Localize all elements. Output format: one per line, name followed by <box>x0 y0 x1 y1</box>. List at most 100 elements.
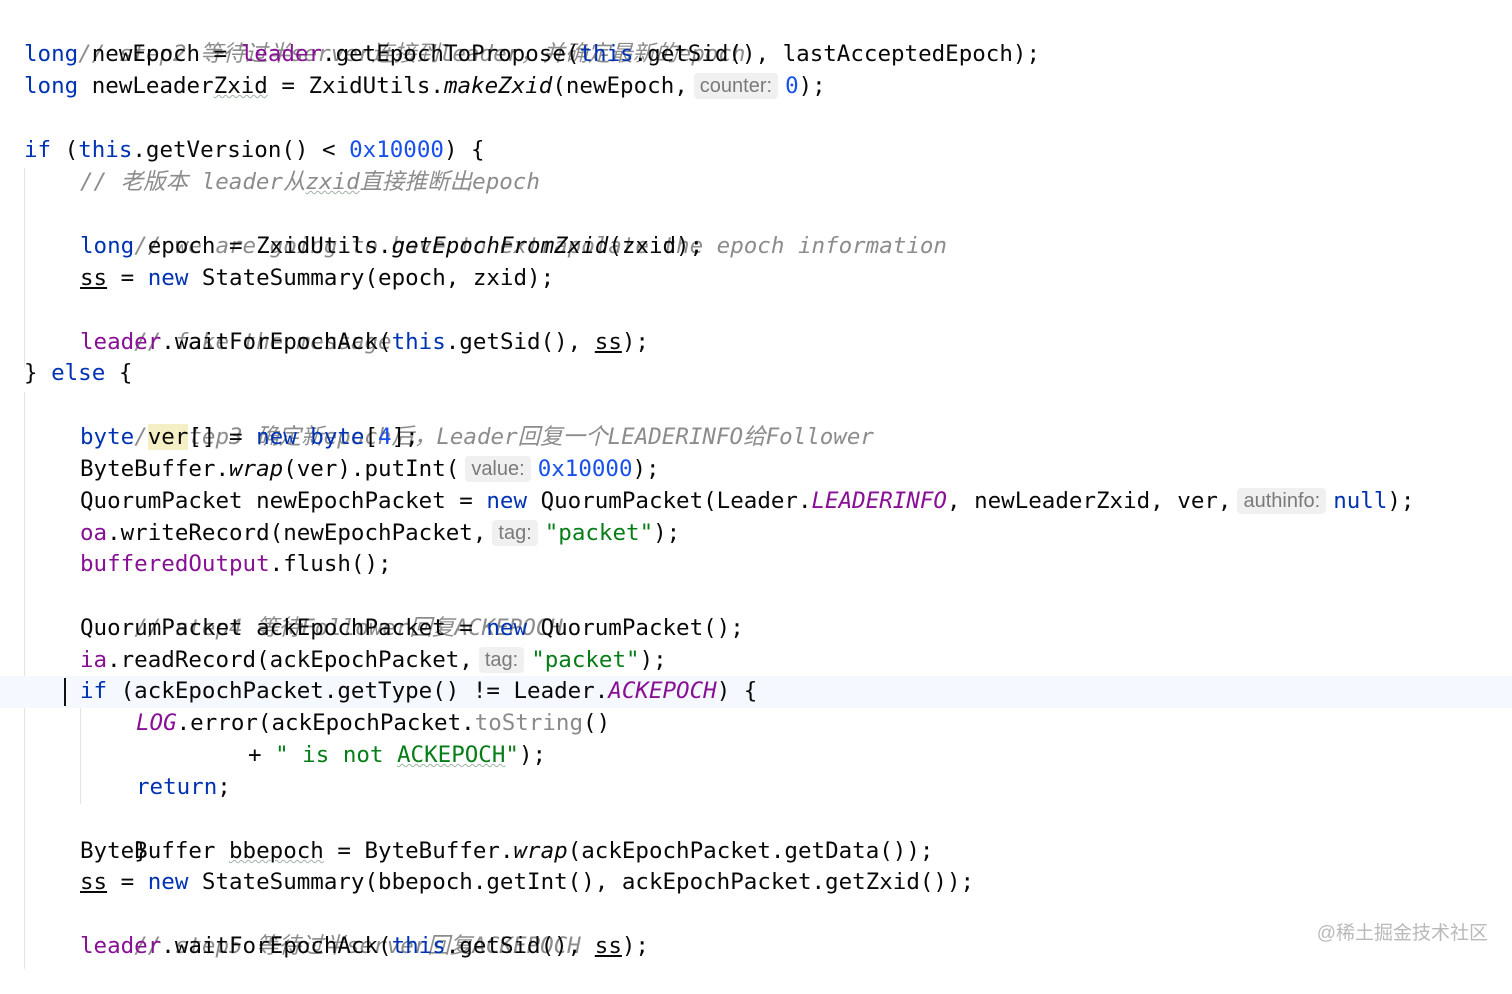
code-line[interactable]: } <box>0 804 1512 864</box>
code-text: { <box>105 360 133 386</box>
code-text: ( <box>51 137 79 163</box>
code-line[interactable]: leader.waitForEpochAck(this.getSid(), ss… <box>0 327 1512 359</box>
static-method: getEpochFromZxid <box>391 233 609 259</box>
code-text: ) { <box>443 137 485 163</box>
code-text: .flush(); <box>269 551 392 577</box>
keyword-this: this <box>391 933 446 959</box>
code-line[interactable]: bufferedOutput.flush(); <box>0 549 1512 581</box>
keyword-long: long <box>80 233 135 259</box>
code-text: QuorumPacket newEpochPacket = <box>80 488 487 514</box>
comment: // 老版本 leader从 <box>80 169 306 195</box>
keyword-if: if <box>80 678 108 704</box>
code-line[interactable]: } else { <box>0 358 1512 390</box>
code-text: } <box>24 360 52 386</box>
static-method: makeZxid <box>443 73 553 99</box>
code-text: = <box>107 869 148 895</box>
string-literal: "packet" <box>544 520 654 546</box>
code-text: = ByteBuffer. <box>323 838 514 864</box>
static-constant: LEADERINFO <box>811 488 947 514</box>
field-leader: leader <box>240 41 323 67</box>
code-line[interactable]: LOG.error(ackEpochPacket.toString() <box>0 708 1512 740</box>
code-text: StateSummary(epoch, zxid); <box>188 265 555 291</box>
code-line[interactable]: ia.readRecord(ackEpochPacket, tag: "packet… <box>0 645 1512 677</box>
code-line[interactable]: QuorumPacket ackEpochPacket = new Quorum… <box>0 613 1512 645</box>
code-text: .getSid(), lastAcceptedEpoch); <box>633 41 1040 67</box>
code-line[interactable]: QuorumPacket newEpochPacket = new Quorum… <box>0 486 1512 518</box>
code-line[interactable]: // step5 等待过半server回复ACKEPOCH <box>0 899 1512 959</box>
code-line[interactable]: return; <box>0 772 1512 804</box>
code-text: ByteBuffer <box>80 838 230 864</box>
code-line[interactable]: ss = new StateSummary(epoch, zxid); <box>0 263 1512 295</box>
current-code-line[interactable]: if (ackEpochPacket.getType() != Leader.A… <box>0 676 1512 708</box>
parameter-hint: value: <box>465 456 531 482</box>
field-leader: leader <box>80 329 162 355</box>
code-line[interactable]: // we are going to have to extrapolate t… <box>0 199 1512 259</box>
code-line[interactable]: ByteBuffer bbepoch = ByteBuffer.wrap(ack… <box>0 836 1512 868</box>
code-line[interactable]: + " is not ACKEPOCH"); <box>0 740 1512 772</box>
number-literal: 0 <box>785 73 799 99</box>
code-text: ; <box>217 774 231 800</box>
code-text: .getSid(), <box>445 329 595 355</box>
string-literal: " <box>505 742 519 768</box>
parameter-hint: tag: <box>492 520 538 546</box>
field-leader: leader <box>80 933 162 959</box>
code-line[interactable]: ss = new StateSummary(bbepoch.getInt(), … <box>0 867 1512 899</box>
variable-ss: ss <box>594 933 622 959</box>
keyword-new: new <box>256 424 297 450</box>
keyword-long: long <box>24 41 79 67</box>
static-constant: LOG <box>136 710 177 736</box>
comment: 直接推断出epoch <box>359 169 540 195</box>
code-line[interactable]: oa.writeRecord(newEpochPacket, tag: "packe… <box>0 518 1512 550</box>
code-line[interactable]: long epoch = ZxidUtils.getEpochFromZxid(… <box>0 231 1512 263</box>
redundant-call: toString <box>474 710 584 736</box>
keyword-new: new <box>147 265 189 291</box>
string-typo: ACKEPOCH <box>397 742 506 768</box>
parameter-hint: counter: <box>693 73 779 99</box>
code-text: + <box>248 742 276 768</box>
code-text: = ZxidUtils. <box>267 73 444 99</box>
code-text: ); <box>621 933 649 959</box>
code-text: ); <box>632 456 660 482</box>
code-text: ); <box>798 73 826 99</box>
code-line[interactable]: // fake the message <box>0 295 1512 355</box>
keyword-byte: byte <box>80 424 135 450</box>
code-text: , newLeaderZxid, ver, <box>946 488 1232 514</box>
code-editor[interactable]: // step2 等待过半server连接到leader，并确定最新的epoch… <box>0 0 1512 969</box>
code-text: ); <box>653 520 681 546</box>
keyword-return: return <box>136 774 218 800</box>
code-text: newEpoch = <box>78 41 241 67</box>
code-line[interactable]: // step2 等待过半server连接到leader，并确定最新的epoch <box>0 7 1512 67</box>
code-text: ) { <box>716 678 758 704</box>
code-line[interactable]: long newLeaderZxid = ZxidUtils.makeZxid(… <box>0 71 1512 103</box>
code-line[interactable]: long newEpoch = leader.getEpochToPropose… <box>0 39 1512 71</box>
code-line[interactable]: // step3 确定新epoch后，Leader回复一个LEADERINFO给… <box>0 390 1512 450</box>
code-text: (ackEpochPacket.getType() != Leader. <box>107 678 609 704</box>
code-text: ByteBuffer. <box>80 456 230 482</box>
watermark: @稀土掘金技术社区 <box>1316 923 1488 944</box>
static-method: wrap <box>513 838 568 864</box>
code-text: (ackEpochPacket.getData()); <box>567 838 934 864</box>
code-line[interactable]: ByteBuffer.wrap(ver).putInt(value: 0x1000… <box>0 454 1512 486</box>
code-line[interactable]: leader.waitForEpochAck(this.getSid(), ss… <box>0 931 1512 963</box>
field-ia: ia <box>80 647 108 673</box>
code-text: ); <box>639 647 667 673</box>
code-text: ]; <box>391 424 419 450</box>
code-line[interactable]: if (this.getVersion() < 0x10000) { <box>0 135 1512 167</box>
code-text: QuorumPacket(); <box>527 615 744 641</box>
code-line[interactable]: // step4 等待Follower回复ACKEPOCH <box>0 581 1512 641</box>
code-text: .getEpochToPropose( <box>322 41 580 67</box>
code-text: .waitForEpochAck( <box>161 329 392 355</box>
code-text: (newEpoch, <box>552 73 688 99</box>
typo-warning: Zxid <box>213 73 268 99</box>
keyword-this: this <box>579 41 634 67</box>
code-text: .writeRecord(newEpochPacket, <box>107 520 487 546</box>
comment-typo: zxid <box>305 169 360 195</box>
code-line[interactable]: byte ver[] = new byte[4]; <box>0 422 1512 454</box>
code-line[interactable]: // 老版本 leader从zxid直接推断出epoch <box>0 167 1512 199</box>
code-text: StateSummary(bbepoch.getInt(), ackEpochP… <box>188 869 975 895</box>
code-text: QuorumPacket(Leader. <box>527 488 812 514</box>
code-text: (zxid); <box>608 233 704 259</box>
code-text: .getVersion() < <box>132 137 350 163</box>
